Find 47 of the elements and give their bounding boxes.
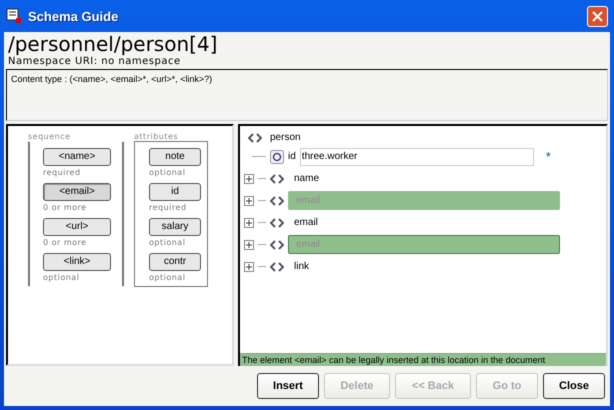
content-type-panel: Content type : (<name>, <email>*, <url>*, <link>?) xyxy=(6,69,608,121)
occurrence-label: 0 or more xyxy=(43,238,87,247)
occurrence-label: optional xyxy=(149,168,186,177)
status-message: The element <email> can be legally inserted at this location in the document xyxy=(240,353,606,366)
element-chip[interactable]: <name> xyxy=(43,148,111,166)
expand-toggle[interactable] xyxy=(244,174,254,184)
element-icon xyxy=(270,240,284,250)
expand-toggle[interactable] xyxy=(244,262,254,272)
group-label: sequence xyxy=(28,132,72,141)
element-icon xyxy=(270,196,284,206)
occurrence-label: optional xyxy=(43,272,80,282)
tree-node-label: link xyxy=(294,261,310,272)
attribute-chip[interactable]: id xyxy=(149,182,201,201)
expand-toggle[interactable] xyxy=(244,196,254,206)
element-chip[interactable]: <link> xyxy=(43,252,111,271)
attribute-icon xyxy=(270,150,284,164)
element-path: /personnel/person[4] xyxy=(7,32,218,56)
window-title: Schema Guide xyxy=(28,8,120,24)
occurrence-label: optional xyxy=(149,238,186,247)
tree-node-label: name xyxy=(294,173,320,184)
expand-toggle[interactable] xyxy=(244,240,254,250)
attribute-chip[interactable]: contr xyxy=(149,252,201,271)
attribute-chip[interactable]: salary xyxy=(149,218,201,236)
occurrence-label: required xyxy=(43,168,81,177)
element-icon xyxy=(270,218,284,228)
namespace-label: Namespace URI: no namespace xyxy=(7,56,182,67)
close-button[interactable] xyxy=(587,6,608,26)
occurrence-label: 0 or more xyxy=(43,202,87,212)
element-chip[interactable]: <url> xyxy=(43,218,111,236)
app-icon xyxy=(6,8,22,24)
group-label: attributes xyxy=(134,132,180,141)
occurrence-label: required xyxy=(149,202,187,212)
dialog-button[interactable]: Close xyxy=(543,373,605,399)
element-icon xyxy=(270,262,284,272)
close-icon xyxy=(592,10,603,22)
element-chip[interactable]: <email> xyxy=(43,182,111,201)
expand-toggle[interactable] xyxy=(244,218,254,228)
required-marker: * xyxy=(546,149,551,164)
element-icon xyxy=(248,132,262,143)
dialog-button[interactable]: Insert xyxy=(257,373,319,399)
occurrence-label: optional xyxy=(149,272,186,282)
attribute-value-field[interactable]: three.worker xyxy=(300,148,534,166)
attribute-name: id xyxy=(288,151,296,162)
tree-node-label: email xyxy=(294,217,318,228)
attribute-chip[interactable]: note xyxy=(149,148,201,166)
element-icon xyxy=(270,174,284,184)
tree-node-label: person xyxy=(270,132,301,144)
